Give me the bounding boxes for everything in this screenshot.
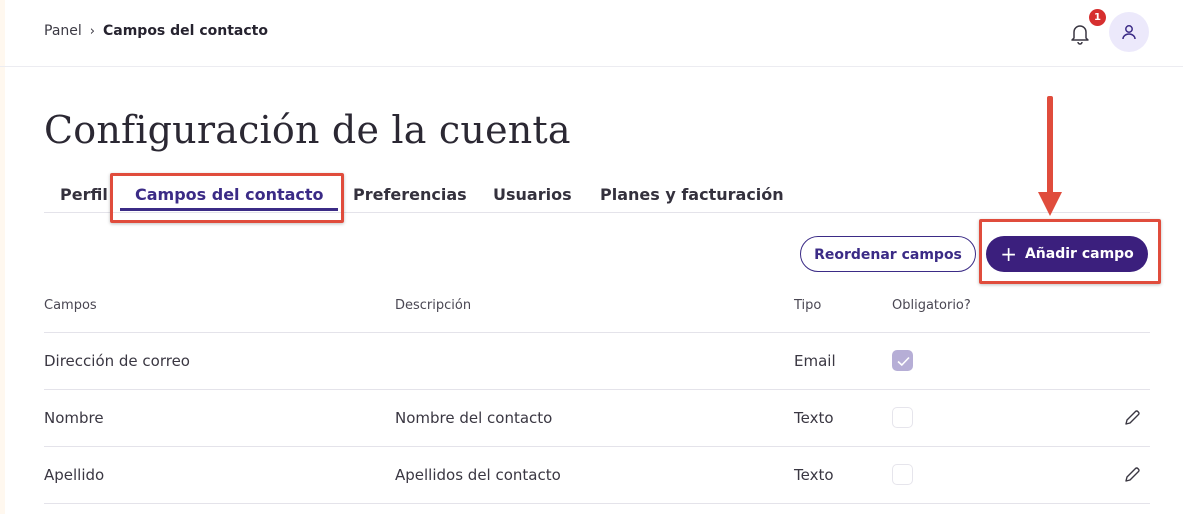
- bell-icon[interactable]: [1067, 20, 1093, 46]
- field-description: Apellidos del contacto: [395, 466, 561, 484]
- breadcrumb: Panel › Campos del contacto: [44, 23, 268, 39]
- required-checkbox[interactable]: [892, 407, 913, 428]
- field-type: Email: [794, 352, 836, 370]
- user-icon: [1122, 25, 1136, 40]
- required-checkbox[interactable]: [892, 350, 913, 371]
- required-checkbox[interactable]: [892, 464, 913, 485]
- header-campos: Campos: [44, 298, 97, 313]
- header-obligatorio: Obligatorio?: [892, 298, 971, 313]
- table-row: Nombre Nombre del contacto Texto: [44, 390, 1150, 447]
- tab-usuarios[interactable]: Usuarios: [493, 185, 572, 204]
- field-name: Apellido: [44, 466, 105, 484]
- table-header: Campos Descripción Tipo Obligatorio?: [44, 280, 1150, 333]
- check-icon: [897, 356, 910, 367]
- notification-badge: 1: [1089, 9, 1106, 26]
- tab-highlight-box: [110, 173, 344, 223]
- pencil-icon[interactable]: [1122, 465, 1142, 485]
- tab-perfil[interactable]: Perfil: [60, 185, 108, 204]
- left-edge-strip: [0, 0, 5, 514]
- table-row: Apellido Apellidos del contacto Texto: [44, 447, 1150, 504]
- field-type: Texto: [794, 466, 834, 484]
- pencil-icon[interactable]: [1122, 408, 1142, 428]
- header-descripcion: Descripción: [395, 298, 472, 313]
- breadcrumb-separator: ›: [89, 23, 95, 39]
- table-row: Dirección de correo Email: [44, 333, 1150, 390]
- breadcrumb-root[interactable]: Panel: [44, 23, 82, 39]
- field-name: Dirección de correo: [44, 352, 190, 370]
- add-button-highlight-box: [979, 219, 1161, 284]
- field-description: Nombre del contacto: [395, 409, 553, 427]
- breadcrumb-current: Campos del contacto: [102, 23, 268, 39]
- reorder-fields-button[interactable]: Reordenar campos: [800, 236, 976, 272]
- tab-planes-y-facturacion[interactable]: Planes y facturación: [600, 185, 784, 204]
- field-name: Nombre: [44, 409, 104, 427]
- page-title: Configuración de la cuenta: [44, 108, 571, 152]
- arrow-down-icon: [1038, 96, 1062, 216]
- avatar[interactable]: [1109, 12, 1149, 52]
- fields-table: Campos Descripción Tipo Obligatorio? Dir…: [44, 280, 1150, 504]
- top-bar: Panel › Campos del contacto 1: [0, 0, 1183, 67]
- field-type: Texto: [794, 409, 834, 427]
- header-tipo: Tipo: [794, 298, 822, 313]
- tab-preferencias[interactable]: Preferencias: [353, 185, 467, 204]
